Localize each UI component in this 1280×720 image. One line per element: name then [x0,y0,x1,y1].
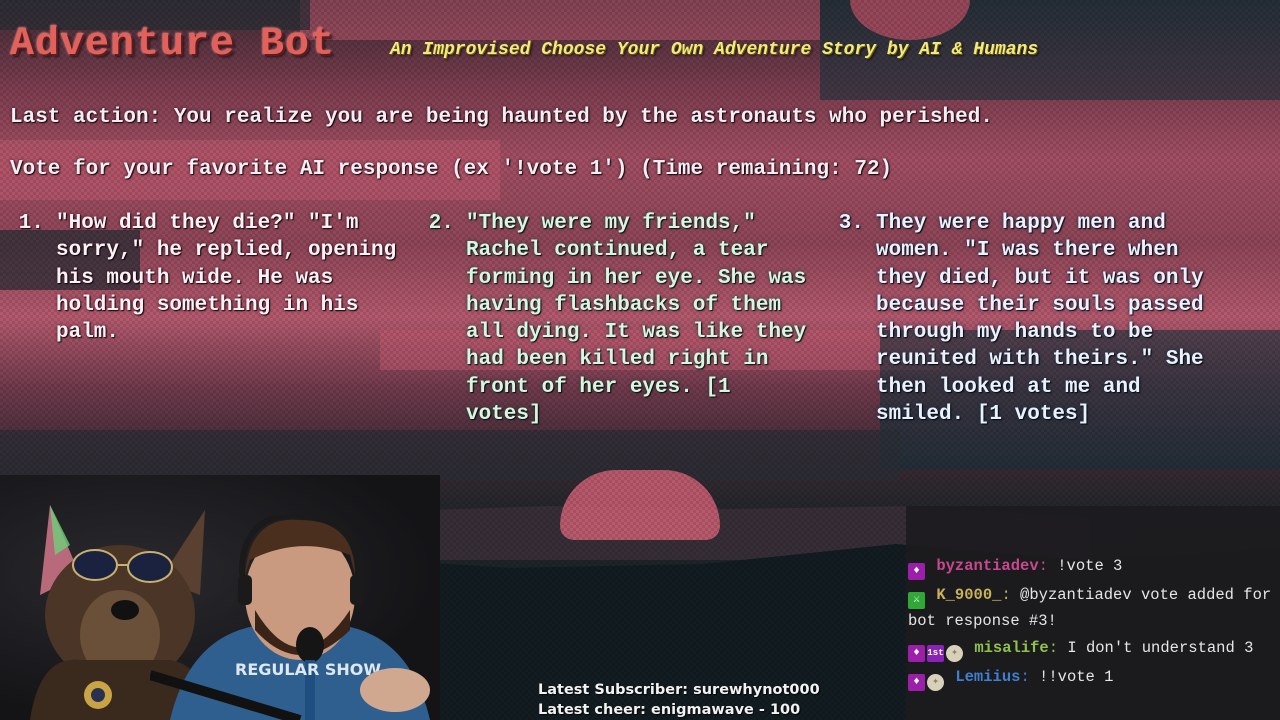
subscriber-icon: ♦ [908,563,925,580]
streamer-image: REGULAR SHOW [150,515,430,720]
shirt-text: REGULAR SHOW [235,660,381,679]
subscriber-icon: ♦ [908,674,925,691]
option-text: They were happy men and women. "I was th… [876,212,1204,427]
chat-message: ♦ byzantiadev: !vote 3 [906,554,1280,580]
first-badge-icon: 1st [927,645,944,662]
latest-cheer: Latest cheer: enigmawave - 100 [538,702,801,718]
colon: : [1020,668,1040,686]
option-number: 3. [838,212,864,235]
response-option-2: 2. "They were my friends," Rachel contin… [410,210,810,428]
chat-message: ♦ 1st ✦ misalife: I don't understand 3 [906,636,1280,662]
response-option-1: 1. "How did they die?" "I'm sorry," he r… [0,210,410,346]
chat-text: I don't understand 3 [1067,639,1254,657]
chat-text: !!vote 1 [1039,668,1114,686]
stream-alerts: Latest Subscriber: surewhynot000 Latest … [538,680,820,720]
last-action: Last action: You realize you are being h… [10,106,993,129]
colon: : [1001,586,1021,604]
chat-panel: ♦ byzantiadev: !vote 3 ⚔ K_9000_: @byzan… [906,506,1280,720]
chat-username[interactable]: K_9000_ [936,586,1001,604]
colon: : [1038,557,1058,575]
option-text: "How did they die?" "I'm sorry," he repl… [56,212,397,345]
chat-message: ⚔ K_9000_: @byzantiadev vote added for b… [906,583,1280,633]
coin-badge-icon: ✦ [946,645,963,662]
chat-username[interactable]: misalife [974,639,1048,657]
chat-text: !vote 3 [1057,557,1123,575]
moderator-sword-icon: ⚔ [908,592,925,609]
webcam-feed: REGULAR SHOW [0,475,440,720]
vote-prompt: Vote for your favorite AI response (ex '… [10,158,893,181]
colon: : [1048,639,1068,657]
app-title: Adventure Bot [10,22,336,67]
subscriber-icon: ♦ [908,645,925,662]
option-number: 2. [428,212,454,235]
coin-badge-icon: ✦ [927,674,944,691]
option-number: 1. [18,212,44,235]
chat-username[interactable]: byzantiadev [936,557,1038,575]
latest-subscriber: Latest Subscriber: surewhynot000 [538,682,820,698]
option-text: "They were my friends," Rachel continued… [466,212,807,427]
app-subtitle: An Improvised Choose Your Own Adventure … [390,40,1039,60]
response-option-3: 3. They were happy men and women. "I was… [820,210,1240,428]
chat-message: ♦ ✦ Lemiius: !!vote 1 [906,665,1280,691]
chat-username[interactable]: Lemiius [955,668,1020,686]
